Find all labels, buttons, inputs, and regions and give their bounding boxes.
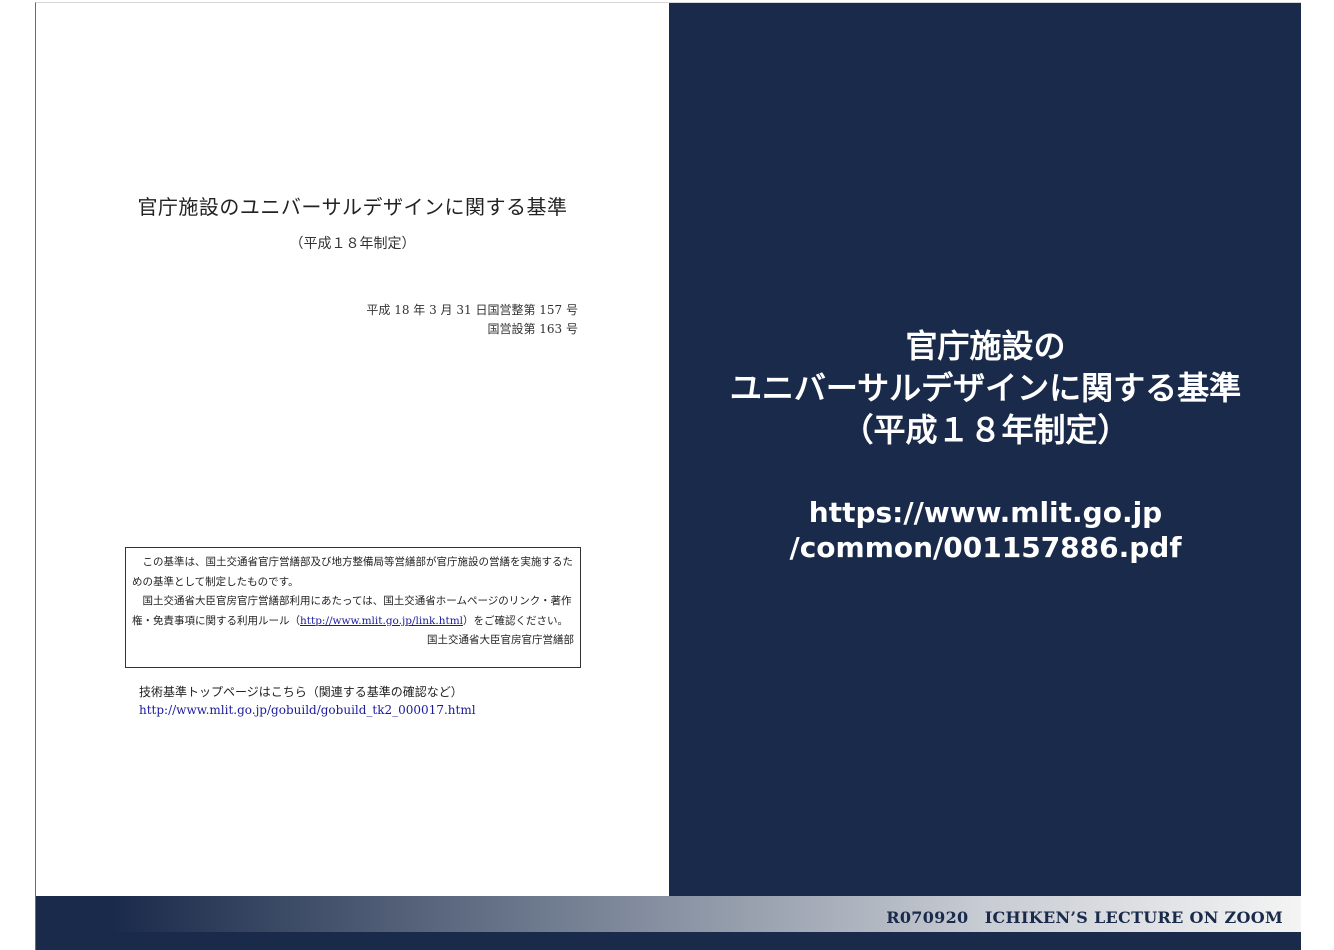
- link-rules[interactable]: http://www.mlit.go.jp/link.html: [300, 615, 463, 627]
- footer-underline: [36, 932, 1301, 950]
- notice-box: この基準は、国土交通省官庁営繕部及び地方整備局等営繕部が官庁施設の営繕を実施する…: [125, 547, 581, 668]
- tech-standards-link[interactable]: http://www.mlit.go.jp/gobuild/gobuild_tk…: [139, 703, 476, 717]
- tech-standards-label: 技術基準トップページはこちら（関連する基準の確認など）: [139, 685, 463, 699]
- notice-paragraph-1: この基準は、国土交通省官庁営繕部及び地方整備局等営繕部が官庁施設の営繕を実施する…: [132, 556, 573, 588]
- slide: 官庁施設のユニバーサルデザインに関する基準 （平成１８年制定） 平成 18 年 …: [35, 2, 1301, 950]
- panel-url-line1: https://www.mlit.go.jp: [808, 496, 1163, 529]
- document-reference-line1: 平成 18 年 3 月 31 日国営整第 157 号: [366, 303, 578, 317]
- panel-title-line1: 官庁施設の: [905, 327, 1066, 365]
- panel-title-line2: ユニバーサルデザインに関する基準: [729, 369, 1242, 407]
- notice-signature: 国土交通省大臣官房官庁営繕部: [427, 634, 574, 646]
- document-page: 官庁施設のユニバーサルデザインに関する基準 （平成１８年制定） 平成 18 年 …: [36, 3, 669, 896]
- panel-url-line2: /common/001157886.pdf: [789, 531, 1182, 564]
- document-reference-line2: 国営設第 163 号: [487, 322, 578, 336]
- notice-paragraph-2: 国土交通省大臣官房官庁営繕部利用にあたっては、国土交通省ホームページのリンク・著…: [132, 595, 572, 627]
- title-panel: 官庁施設の ユニバーサルデザインに関する基準 （平成１８年制定） https:/…: [669, 3, 1301, 896]
- panel-title-line3: （平成１８年制定）: [841, 411, 1130, 449]
- document-title: 官庁施設のユニバーサルデザインに関する基準: [137, 195, 568, 219]
- footer-text: R070920 ICHIKEN’S LECTURE ON ZOOM: [886, 908, 1283, 927]
- document-subtitle: （平成１８年制定）: [289, 236, 416, 252]
